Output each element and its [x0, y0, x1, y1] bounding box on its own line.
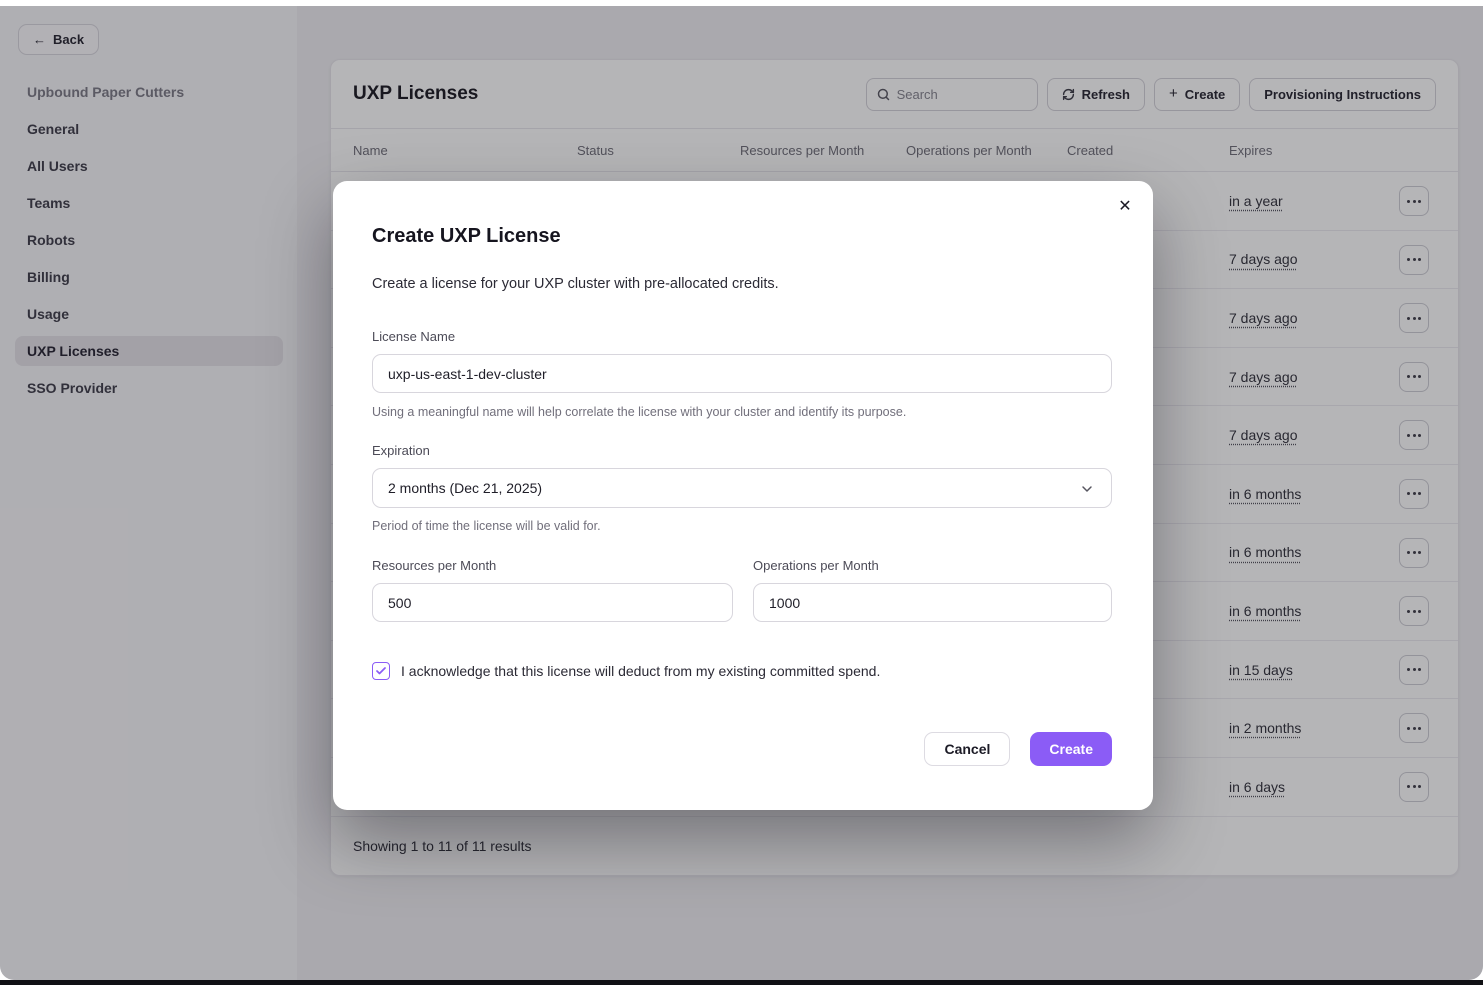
expiration-select[interactable]: 2 months (Dec 21, 2025): [372, 468, 1112, 508]
cancel-button[interactable]: Cancel: [924, 732, 1010, 766]
modal-actions: Cancel Create: [924, 732, 1112, 766]
app-window: ← Back Upbound Paper Cutters General All…: [0, 6, 1483, 980]
create-uxp-license-modal: ✕ Create UXP License Create a license fo…: [333, 181, 1153, 810]
modal-create-button[interactable]: Create: [1030, 732, 1112, 766]
operations-per-month-label: Operations per Month: [753, 558, 879, 573]
expiration-label: Expiration: [372, 443, 430, 458]
acknowledge-checkbox[interactable]: [372, 662, 390, 680]
license-name-label: License Name: [372, 329, 455, 344]
expiration-helper: Period of time the license will be valid…: [372, 519, 601, 533]
modal-title: Create UXP License: [372, 225, 561, 248]
chevron-down-icon: [1079, 481, 1095, 497]
acknowledge-label: I acknowledge that this license will ded…: [401, 663, 880, 679]
expiration-select-value: 2 months (Dec 21, 2025): [388, 480, 542, 496]
modal-description: Create a license for your UXP cluster wi…: [372, 276, 779, 292]
window-bottom-edge: [0, 980, 1483, 985]
license-name-field[interactable]: [372, 354, 1112, 393]
operations-per-month-field[interactable]: [753, 583, 1112, 622]
license-name-helper: Using a meaningful name will help correl…: [372, 405, 906, 419]
resources-per-month-field[interactable]: [372, 583, 733, 622]
resources-per-month-label: Resources per Month: [372, 558, 496, 573]
checkmark-icon: [375, 665, 387, 677]
close-icon[interactable]: ✕: [1113, 195, 1137, 219]
